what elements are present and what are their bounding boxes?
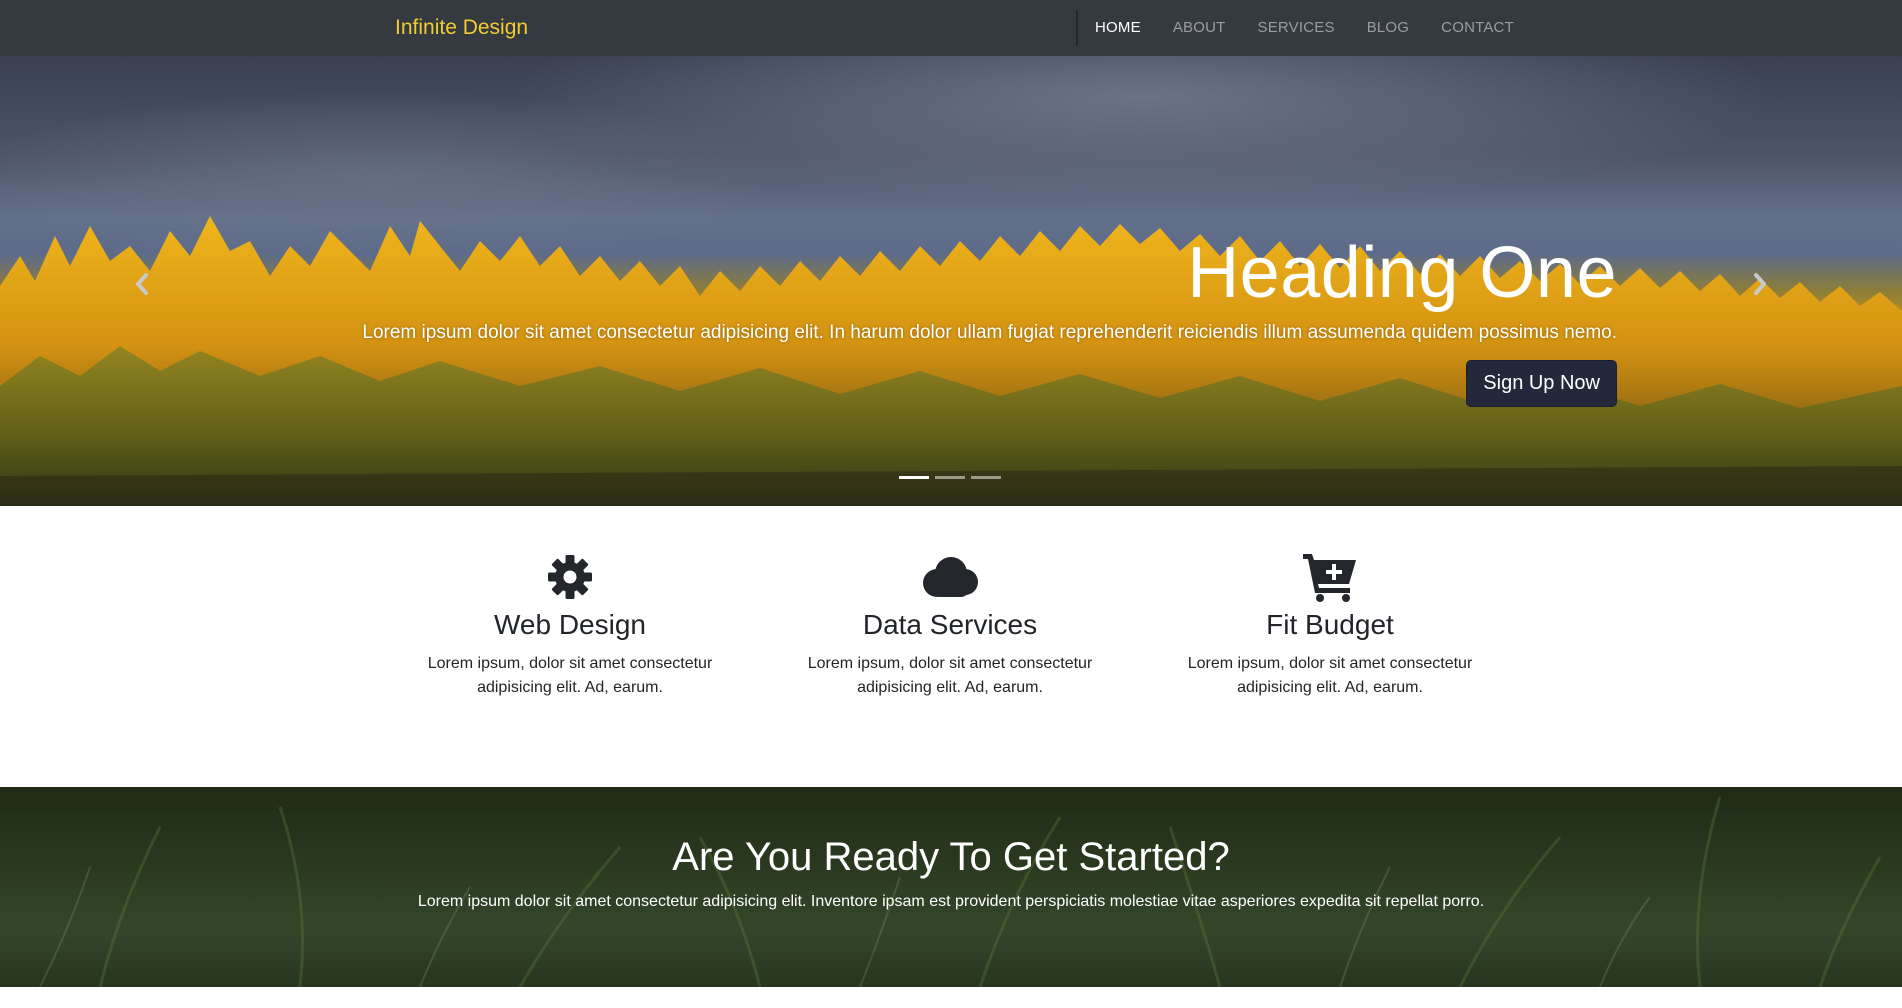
feature-title: Data Services bbox=[862, 609, 1038, 640]
feature-web-design: Web Design Lorem ipsum, dolor sit amet c… bbox=[400, 552, 740, 700]
features-section: Web Design Lorem ipsum, dolor sit amet c… bbox=[0, 506, 1902, 787]
carousel-prev-button[interactable] bbox=[124, 266, 160, 302]
gear-icon bbox=[548, 555, 592, 599]
feature-fit-budget: Fit Budget Lorem ipsum, dolor sit amet c… bbox=[1160, 552, 1500, 700]
cloud-icon bbox=[923, 557, 978, 597]
cart-plus-icon bbox=[1303, 554, 1356, 602]
nav-links: HOME ABOUT SERVICES BLOG CONTACT bbox=[1079, 0, 1530, 56]
hero-caption: Heading One Lorem ipsum dolor sit amet c… bbox=[362, 232, 1617, 407]
hero-carousel: Heading One Lorem ipsum dolor sit amet c… bbox=[0, 56, 1902, 506]
feature-text: Lorem ipsum, dolor sit amet consectetur … bbox=[1187, 655, 1473, 696]
carousel-indicators bbox=[899, 476, 1001, 479]
feature-text: Lorem ipsum, dolor sit amet consectetur … bbox=[427, 655, 713, 696]
carousel-indicator-2[interactable] bbox=[935, 476, 965, 479]
feature-data-services: Data Services Lorem ipsum, dolor sit ame… bbox=[780, 552, 1120, 700]
feature-title: Web Design bbox=[493, 609, 646, 640]
cta-title: Are You Ready To Get Started? bbox=[672, 835, 1230, 879]
feature-title: Fit Budget bbox=[1266, 609, 1394, 640]
hero-text: Lorem ipsum dolor sit amet consectetur a… bbox=[362, 322, 1617, 343]
grass-background-image bbox=[39, 796, 1882, 987]
sign-up-button[interactable]: Sign Up Now bbox=[1466, 360, 1617, 407]
nav-link-blog[interactable]: BLOG bbox=[1351, 0, 1425, 56]
cta-text: Lorem ipsum dolor sit amet consectetur a… bbox=[417, 893, 1485, 910]
feature-text: Lorem ipsum, dolor sit amet consectetur … bbox=[807, 655, 1093, 696]
nav-divider bbox=[1076, 10, 1078, 46]
carousel-indicator-3[interactable] bbox=[971, 476, 1001, 479]
nav-link-services[interactable]: SERVICES bbox=[1242, 0, 1351, 56]
nav-link-about[interactable]: ABOUT bbox=[1157, 0, 1242, 56]
nav-link-home[interactable]: HOME bbox=[1079, 0, 1157, 56]
nav-link-contact[interactable]: CONTACT bbox=[1425, 0, 1530, 56]
hero-heading: Heading One bbox=[1187, 233, 1617, 313]
carousel-indicator-1[interactable] bbox=[899, 476, 929, 479]
chevron-right-icon bbox=[1754, 273, 1766, 295]
chevron-left-icon bbox=[136, 273, 148, 295]
brand-logo[interactable]: Infinite Design bbox=[395, 14, 528, 42]
get-started-section: Are You Ready To Get Started? Lorem ipsu… bbox=[0, 787, 1902, 987]
carousel-next-button[interactable] bbox=[1742, 266, 1778, 302]
navbar: Infinite Design HOME ABOUT SERVICES BLOG… bbox=[0, 0, 1902, 56]
page-footer-strip bbox=[0, 987, 1902, 1008]
